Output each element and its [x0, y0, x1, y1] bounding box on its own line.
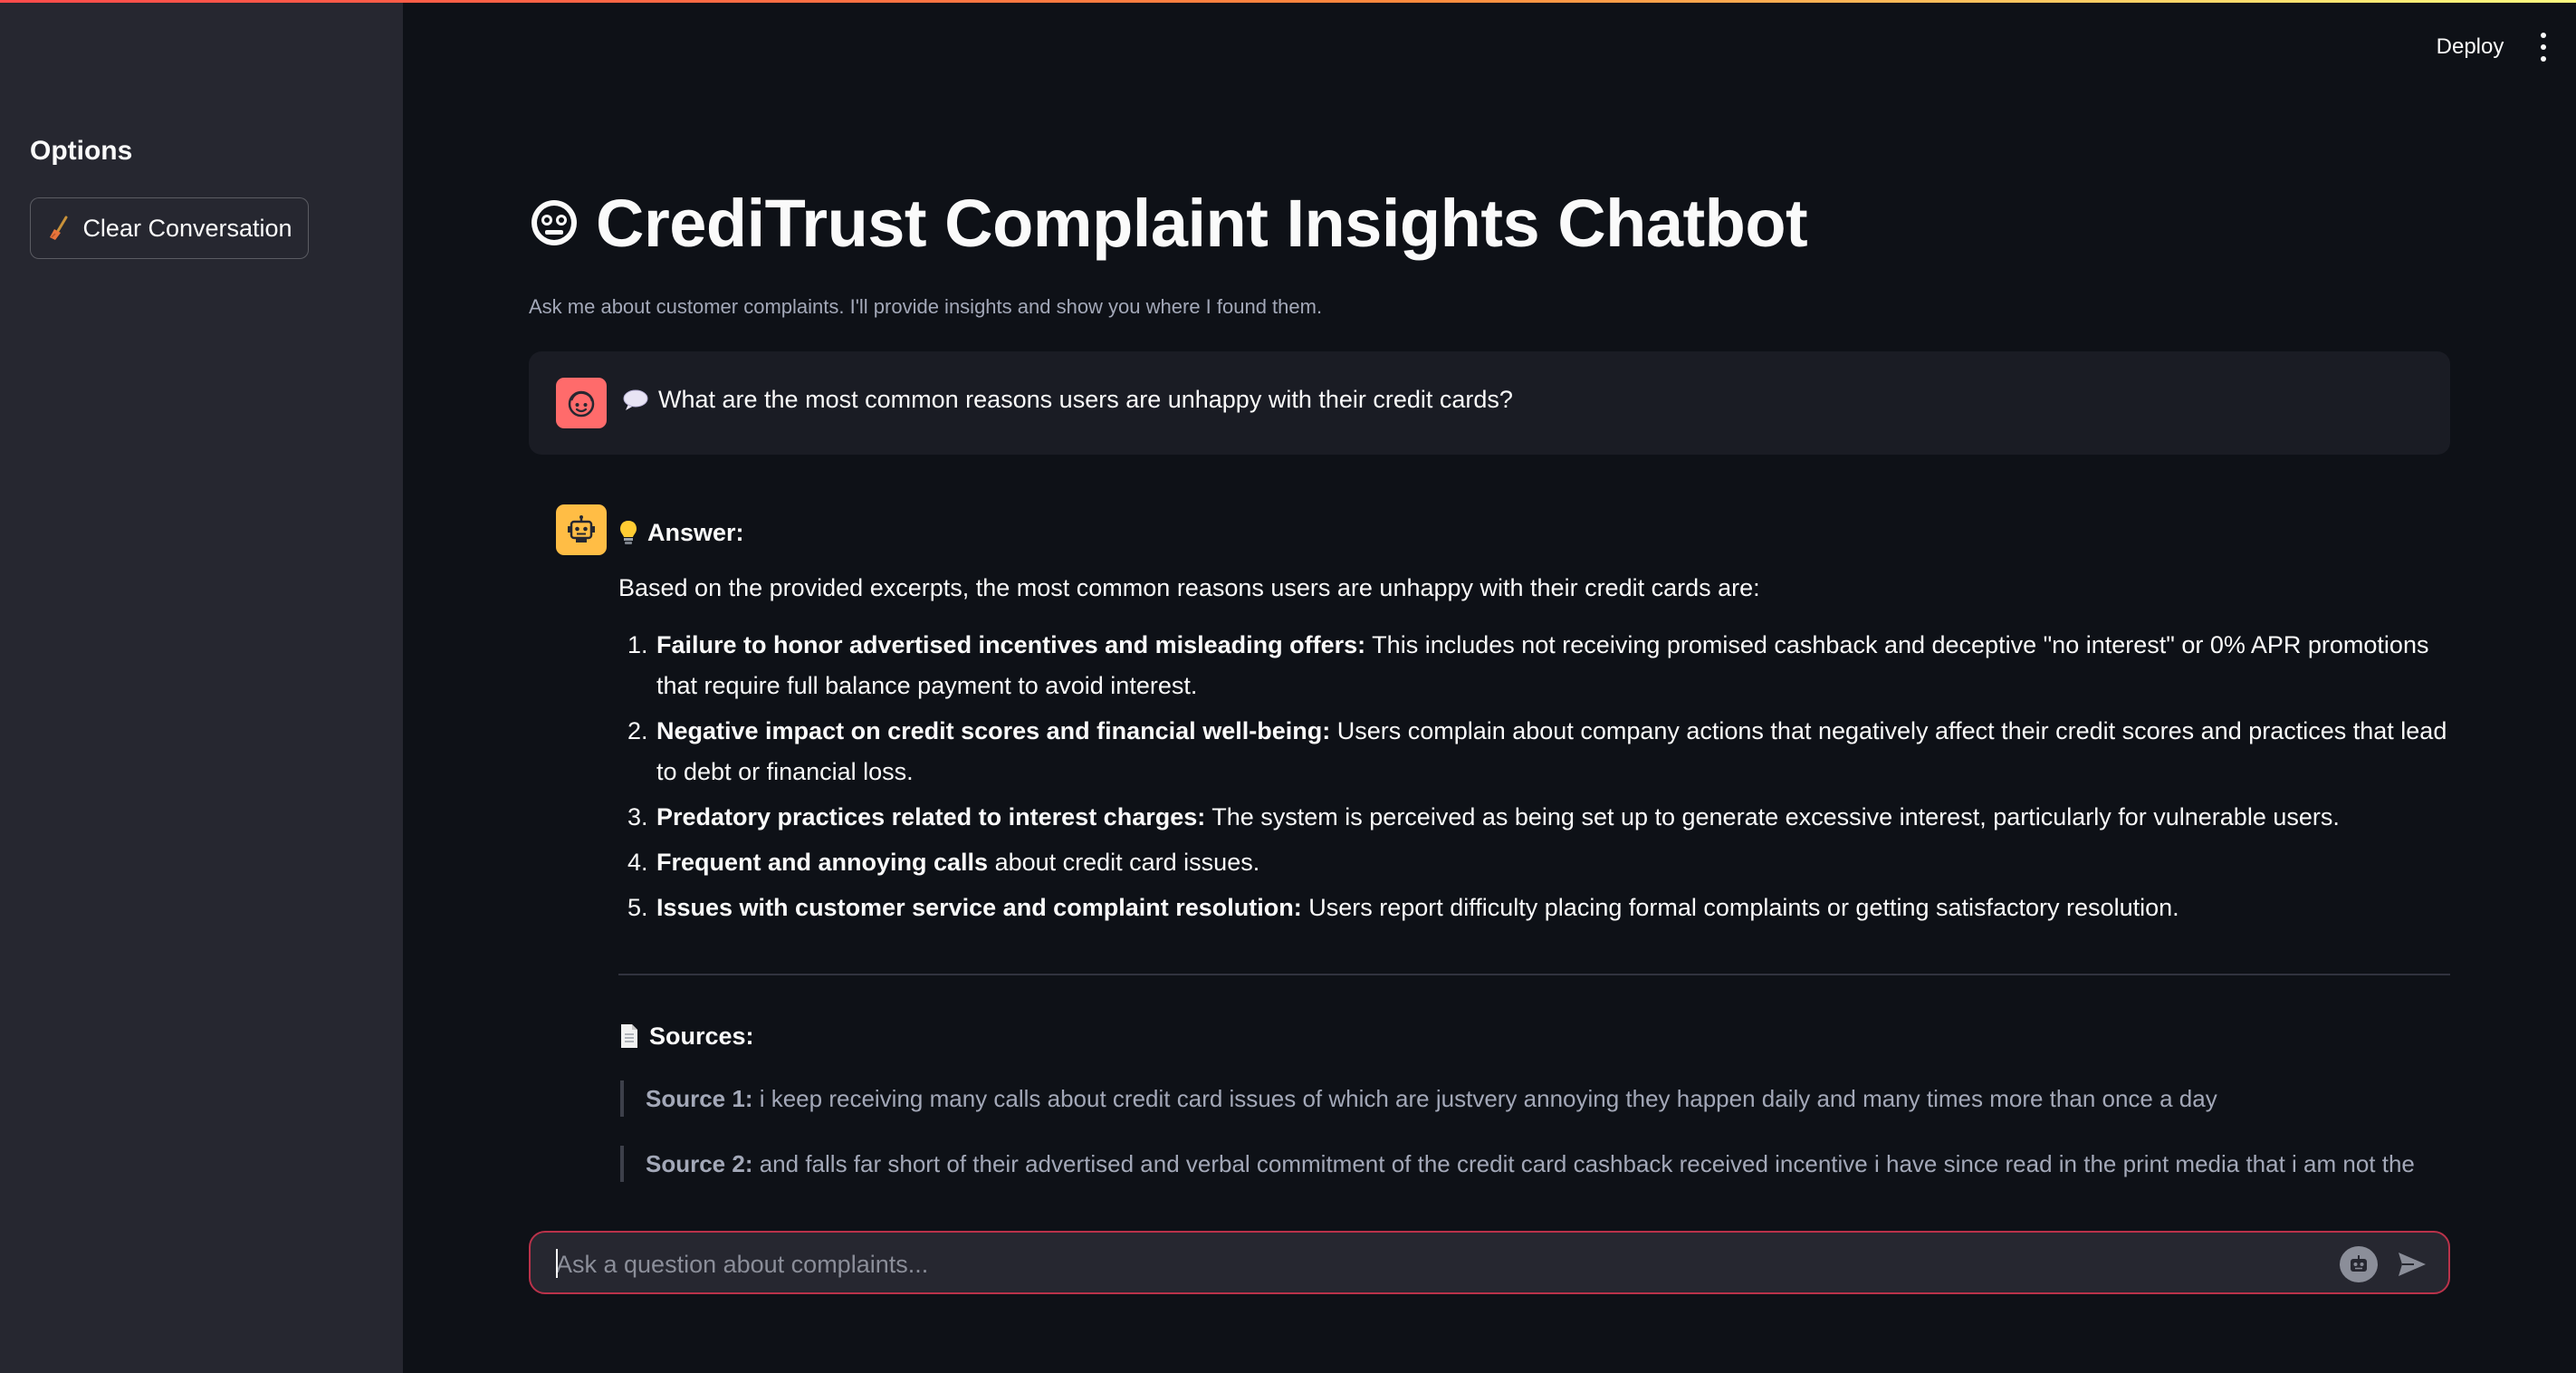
source-text: i keep receiving many calls about credit… — [752, 1085, 2217, 1112]
answer-heading: Answer: — [618, 512, 2450, 553]
page-caption: Ask me about customer complaints. I'll p… — [529, 295, 1323, 318]
clear-conversation-label: Clear Conversation — [82, 214, 292, 242]
list-item: Predatory practices related to interest … — [655, 797, 2450, 838]
chat-input-container — [529, 1231, 2450, 1294]
reason-title: Frequent and annoying calls — [656, 849, 989, 876]
sources-label: Sources: — [649, 1022, 754, 1050]
reason-title: Negative impact on credit scores and fin… — [656, 717, 1331, 744]
reason-title: Predatory practices related to interest … — [656, 803, 1206, 831]
list-item: Frequent and annoying calls about credit… — [655, 842, 2450, 883]
reason-text: The system is perceived as being set up … — [1205, 803, 2340, 831]
divider — [618, 974, 2450, 975]
source-label: Source 2: — [646, 1150, 753, 1177]
reason-text: about credit card issues. — [988, 849, 1260, 876]
source-text: and falls far short of their advertised … — [752, 1150, 2415, 1177]
user-message: What are the most common reasons users a… — [529, 351, 2450, 455]
reason-title: Issues with customer service and complai… — [656, 894, 1302, 921]
page-title: CrediTrust Complaint Insights Chatbot — [596, 185, 1808, 261]
reason-title: Failure to honor advertised incentives a… — [656, 631, 1366, 658]
reasons-list: Failure to honor advertised incentives a… — [618, 625, 2450, 928]
sidebar-title: Options — [30, 136, 133, 166]
robot-small-icon[interactable] — [2340, 1246, 2378, 1282]
assistant-content: Answer: Based on the provided excerpts, … — [618, 503, 2450, 1209]
user-message-text: What are the most common reasons users a… — [658, 386, 1513, 413]
user-face-icon — [568, 390, 595, 418]
user-message-text-row: What are the most common reasons users a… — [622, 386, 1513, 414]
list-item: Failure to honor advertised incentives a… — [655, 625, 2450, 706]
answer-intro: Based on the provided excerpts, the most… — [618, 574, 1760, 601]
lightbulb-icon — [620, 521, 637, 544]
source-item: Source 2: and falls far short of their a… — [620, 1146, 2450, 1182]
list-item: Issues with customer service and complai… — [655, 888, 2450, 928]
sources-heading: Sources: — [618, 1015, 2450, 1057]
speech-bubble-icon — [623, 389, 648, 410]
top-decoration-bar — [0, 0, 2576, 3]
assistant-avatar — [556, 504, 607, 555]
list-item: Negative impact on credit scores and fin… — [655, 711, 2450, 792]
robot-icon — [568, 515, 595, 542]
title-row: CrediTrust Complaint Insights Chatbot — [529, 178, 1808, 268]
assistant-message: Answer: Based on the provided excerpts, … — [529, 503, 2450, 1209]
source-item: Source 1: i keep receiving many calls ab… — [620, 1080, 2450, 1117]
clear-conversation-button[interactable]: Clear Conversation — [30, 197, 309, 259]
chat-input[interactable] — [554, 1243, 2169, 1285]
main-content: CrediTrust Complaint Insights Chatbot As… — [529, 0, 2450, 1373]
send-icon[interactable] — [2396, 1248, 2428, 1281]
user-avatar — [556, 378, 607, 428]
robot-face-icon — [531, 200, 577, 245]
sidebar: Options Clear Conversation — [0, 0, 403, 1373]
more-vertical-icon[interactable] — [2533, 29, 2554, 65]
document-icon — [621, 1024, 637, 1048]
reason-text: Users report difficulty placing formal c… — [1301, 894, 2179, 921]
source-label: Source 1: — [646, 1085, 753, 1112]
text-caret — [556, 1249, 558, 1278]
broom-icon — [50, 216, 68, 240]
answer-label: Answer: — [647, 518, 744, 546]
